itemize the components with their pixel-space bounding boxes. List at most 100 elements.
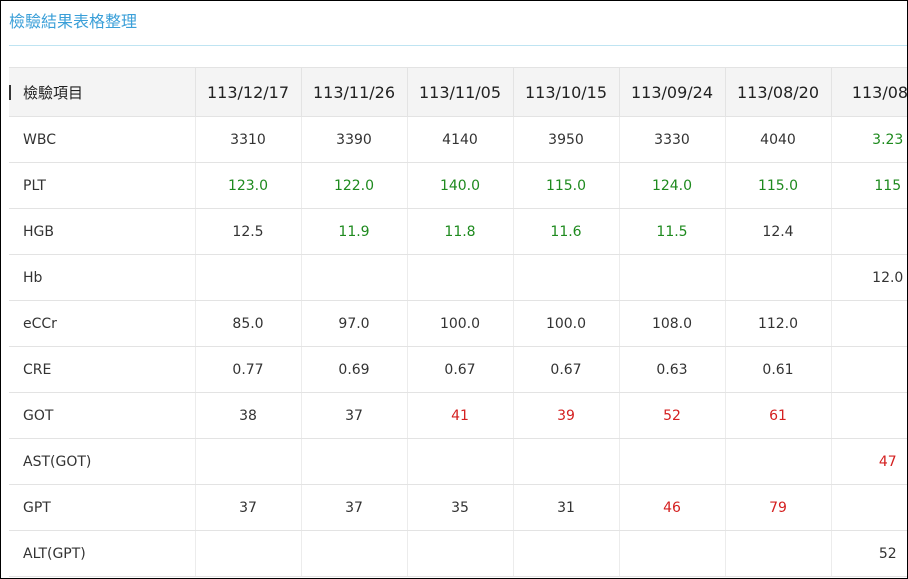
result-cell: 61: [724, 392, 831, 439]
result-cell: 0.69: [300, 346, 407, 393]
column-header-date: 113/11/05: [406, 67, 513, 117]
result-cell: [300, 530, 407, 577]
table-row: PLT 123.0 122.0 140.0 115.0 124.0 115.0 115: [9, 162, 907, 209]
result-cell: [194, 438, 301, 485]
result-cell: 11.8: [406, 208, 513, 255]
result-cell: 52: [618, 392, 725, 439]
table-row: WBC 3310 3390 4140 3950 3330 4040 3.23: [9, 116, 907, 163]
result-cell: 11.5: [618, 208, 725, 255]
column-header-date: 113/09/24: [618, 67, 725, 117]
result-cell: [830, 346, 907, 393]
test-item-label: WBC: [9, 116, 195, 163]
test-item-label: AST(GOT): [9, 438, 195, 485]
result-cell: 31: [512, 484, 619, 531]
result-cell: 41: [406, 392, 513, 439]
result-cell: [830, 392, 907, 439]
result-cell: 12.5: [194, 208, 301, 255]
column-header-date: 113/12/17: [194, 67, 301, 117]
column-header-date: 113/11/26: [300, 67, 407, 117]
result-cell: 115: [830, 162, 907, 209]
result-cell: 112.0: [724, 300, 831, 347]
result-cell: 100.0: [512, 300, 619, 347]
result-cell: 124.0: [618, 162, 725, 209]
test-item-label: ALT(GPT): [9, 530, 195, 577]
result-cell: 38: [194, 392, 301, 439]
result-cell: [406, 438, 513, 485]
test-item-label: GOT: [9, 392, 195, 439]
result-cell: [830, 300, 907, 347]
table-row: ALT(GPT) 52: [9, 530, 907, 577]
result-cell: 97.0: [300, 300, 407, 347]
test-item-label: GPT: [9, 484, 195, 531]
result-cell: 52: [830, 530, 907, 577]
result-cell: [830, 484, 907, 531]
result-cell: 11.6: [512, 208, 619, 255]
result-cell: 108.0: [618, 300, 725, 347]
result-cell: 3310: [194, 116, 301, 163]
table-row: Hb 12.0: [9, 254, 907, 301]
result-cell: 47: [830, 438, 907, 485]
test-item-label: PLT: [9, 162, 195, 209]
column-header-date: 113/10/15: [512, 67, 619, 117]
result-cell: 11.9: [300, 208, 407, 255]
result-cell: [300, 254, 407, 301]
result-cell: 0.77: [194, 346, 301, 393]
result-cell: [406, 530, 513, 577]
column-header-date: 113/08/20: [724, 67, 831, 117]
table-row: HGB 12.5 11.9 11.8 11.6 11.5 12.4: [9, 208, 907, 255]
lab-results-table: 檢驗項目 113/12/17 113/11/26 113/11/05 113/10/1…: [9, 67, 907, 577]
table-row: CRE 0.77 0.69 0.67 0.67 0.63 0.61: [9, 346, 907, 393]
result-cell: [512, 254, 619, 301]
result-cell: [194, 254, 301, 301]
column-header-date: 113/08/1: [830, 67, 907, 117]
table-row: GOT 38 37 41 39 52 61: [9, 392, 907, 439]
table-body: WBC 3310 3390 4140 3950 3330 4040 3.23 PLT 123.0 1…: [9, 116, 907, 577]
result-cell: 12.4: [724, 208, 831, 255]
result-cell: 79: [724, 484, 831, 531]
test-item-label: Hb: [9, 254, 195, 301]
table-row: GPT 37 37 35 31 46 79: [9, 484, 907, 531]
result-cell: 3950: [512, 116, 619, 163]
result-cell: 0.61: [724, 346, 831, 393]
column-header-item: 檢驗項目: [9, 67, 195, 117]
result-cell: 122.0: [300, 162, 407, 209]
page-title: 檢驗結果表格整理: [9, 12, 138, 31]
table-header-row: 檢驗項目 113/12/17 113/11/26 113/11/05 113/10/1…: [9, 67, 907, 117]
test-item-label: HGB: [9, 208, 195, 255]
result-cell: 46: [618, 484, 725, 531]
result-cell: 4040: [724, 116, 831, 163]
test-item-label: CRE: [9, 346, 195, 393]
result-cell: 37: [300, 484, 407, 531]
result-cell: 0.67: [406, 346, 513, 393]
result-cell: 140.0: [406, 162, 513, 209]
result-cell: [830, 208, 907, 255]
result-cell: 35: [406, 484, 513, 531]
result-cell: 115.0: [512, 162, 619, 209]
result-cell: 3390: [300, 116, 407, 163]
title-divider: [9, 45, 907, 46]
result-cell: 0.63: [618, 346, 725, 393]
result-cell: 100.0: [406, 300, 513, 347]
result-cell: 123.0: [194, 162, 301, 209]
result-cell: 37: [194, 484, 301, 531]
result-cell: [724, 530, 831, 577]
result-cell: 115.0: [724, 162, 831, 209]
result-cell: 3330: [618, 116, 725, 163]
result-cell: [512, 438, 619, 485]
result-cell: 3.23: [830, 116, 907, 163]
result-cell: [724, 438, 831, 485]
result-cell: 37: [300, 392, 407, 439]
result-cell: [618, 530, 725, 577]
result-cell: 4140: [406, 116, 513, 163]
result-cell: [300, 438, 407, 485]
result-cell: [618, 438, 725, 485]
table-row: AST(GOT) 47: [9, 438, 907, 485]
result-cell: 85.0: [194, 300, 301, 347]
result-cell: [724, 254, 831, 301]
result-cell: [406, 254, 513, 301]
result-cell: [512, 530, 619, 577]
result-cell: 12.0: [830, 254, 907, 301]
table-row: eCCr 85.0 97.0 100.0 100.0 108.0 112.0: [9, 300, 907, 347]
result-cell: [194, 530, 301, 577]
results-table-container[interactable]: 檢驗項目 113/12/17 113/11/26 113/11/05 113/10/1…: [9, 67, 907, 578]
